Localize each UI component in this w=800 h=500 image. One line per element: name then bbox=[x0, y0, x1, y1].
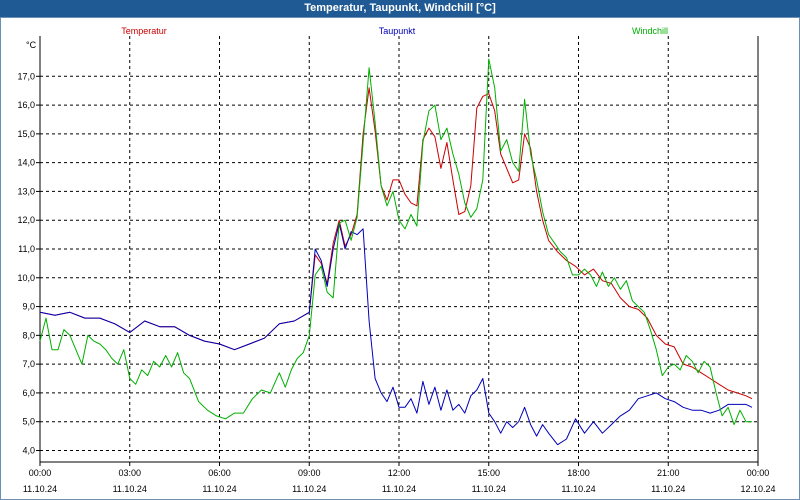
y-tick-label: 13,0 bbox=[17, 186, 35, 196]
y-tick-label: 9,0 bbox=[22, 302, 35, 312]
x-tick-time: 09:00 bbox=[298, 468, 321, 478]
y-tick-label: 5,0 bbox=[22, 417, 35, 427]
x-tick-time: 03:00 bbox=[118, 468, 141, 478]
legend-taupunkt: Taupunkt bbox=[379, 26, 416, 36]
x-tick-time: 12:00 bbox=[388, 468, 411, 478]
legend-windchill: Windchill bbox=[632, 26, 668, 36]
y-tick-label: 11,0 bbox=[18, 244, 35, 254]
legend: Temperatur Taupunkt Windchill bbox=[121, 26, 668, 36]
y-tick-label: 12,0 bbox=[17, 215, 35, 225]
x-tick-date: 11.10.24 bbox=[472, 484, 506, 494]
grid bbox=[40, 36, 758, 462]
x-tick-date: 11.10.24 bbox=[202, 484, 236, 494]
y-tick-label: 14,0 bbox=[17, 158, 35, 168]
x-tick-date: 11.10.24 bbox=[23, 484, 57, 494]
x-tick-date: 11.10.24 bbox=[651, 484, 685, 494]
series-line-windchill bbox=[39, 58, 752, 426]
x-tick-time: 18:00 bbox=[567, 468, 590, 478]
x-tick-date: 11.10.24 bbox=[113, 484, 147, 494]
x-tick-time: 00:00 bbox=[747, 468, 770, 478]
x-tick-date: 11.10.24 bbox=[292, 484, 326, 494]
legend-temperatur: Temperatur bbox=[121, 26, 167, 36]
chart: 4,0 5,0 6,0 7,0 8,0 9,0 10,0 11,0 12,0 13,0 14,0 15… bbox=[17, 26, 775, 494]
x-tick-time: 00:00 bbox=[29, 468, 52, 478]
y-tick-label: 17,0 bbox=[17, 71, 35, 81]
y-tick-label: 6,0 bbox=[22, 388, 35, 398]
x-tick-date: 12.10.24 bbox=[740, 484, 775, 494]
x-tick-date: 11.10.24 bbox=[382, 484, 416, 494]
y-tick-label: 8,0 bbox=[22, 330, 35, 340]
y-tick-label: 16,0 bbox=[17, 100, 35, 110]
x-tick-time: 21:00 bbox=[657, 468, 680, 478]
y-tick-label: 4,0 bbox=[22, 445, 35, 455]
y-tick-label: 15,0 bbox=[17, 129, 35, 139]
x-tick-time: 15:00 bbox=[477, 468, 500, 478]
y-axis-unit: °C bbox=[26, 40, 37, 50]
y-tick-label: 7,0 bbox=[22, 359, 35, 369]
series-lines bbox=[39, 58, 753, 446]
x-tick-time: 06:00 bbox=[208, 468, 231, 478]
x-tick-date: 11.10.24 bbox=[561, 484, 595, 494]
series-line-temperatur bbox=[39, 87, 753, 400]
y-tick-label: 10,0 bbox=[17, 273, 35, 283]
series-line-taupunkt bbox=[39, 222, 753, 446]
